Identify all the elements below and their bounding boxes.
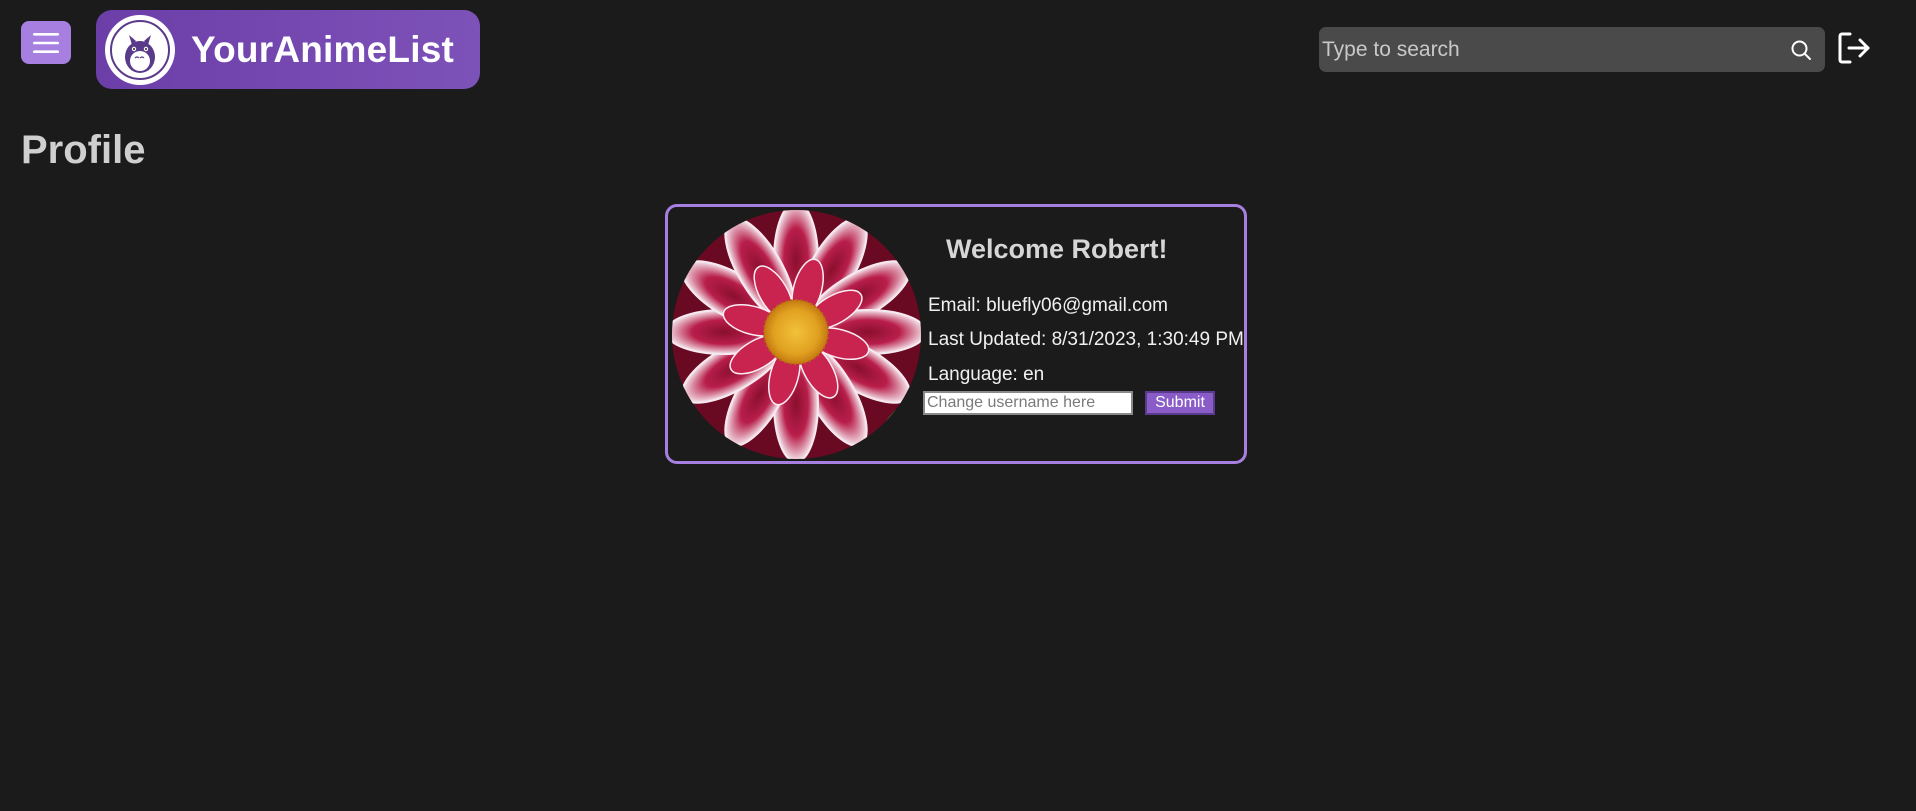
profile-card: Welcome Robert! Email: bluefly06@gmail.c… <box>665 204 1247 464</box>
logout-icon <box>1838 32 1870 64</box>
last-updated-text: Last Updated: 8/31/2023, 1:30:49 PM <box>928 329 1244 350</box>
welcome-heading: Welcome Robert! <box>946 234 1168 264</box>
menu-button[interactable] <box>21 21 71 64</box>
profile-avatar-flower <box>672 210 921 459</box>
brand-home-link[interactable]: YourAnimeList <box>96 10 480 89</box>
language-text: Language: en <box>928 364 1045 385</box>
search-bar <box>1319 26 1825 73</box>
avatar <box>672 210 921 459</box>
search-input[interactable] <box>1319 26 1787 73</box>
username-input[interactable] <box>923 391 1133 415</box>
brand-name: YourAnimeList <box>191 28 454 70</box>
submit-button[interactable]: Submit <box>1145 391 1215 415</box>
page-title: Profile <box>21 128 146 172</box>
search-icon[interactable] <box>1787 36 1815 64</box>
hamburger-menu-icon <box>33 32 59 53</box>
email-text: Email: bluefly06@gmail.com <box>928 295 1168 316</box>
logout-button[interactable] <box>1836 30 1872 66</box>
totoro-logo-icon <box>105 14 175 85</box>
